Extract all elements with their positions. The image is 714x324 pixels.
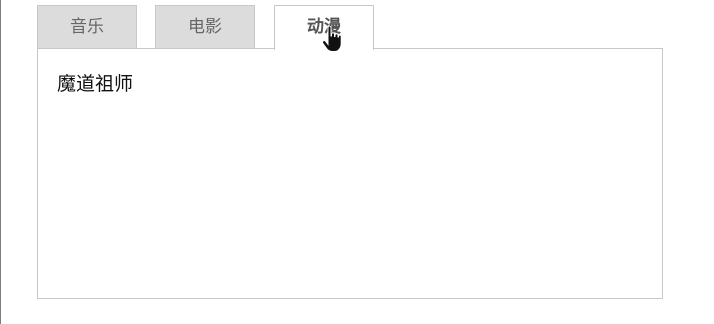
hand-pointer-icon [322, 26, 342, 52]
tab-bar: 音乐 电影 动漫 [37, 5, 663, 50]
tab-panel: 魔道祖师 [37, 48, 663, 299]
window-left-edge [0, 0, 1, 324]
tab-movie[interactable]: 电影 [155, 5, 255, 48]
tab-music[interactable]: 音乐 [37, 5, 137, 48]
tab-widget: 音乐 电影 动漫 魔道祖师 [37, 5, 663, 299]
panel-content-text: 魔道祖师 [57, 73, 134, 95]
